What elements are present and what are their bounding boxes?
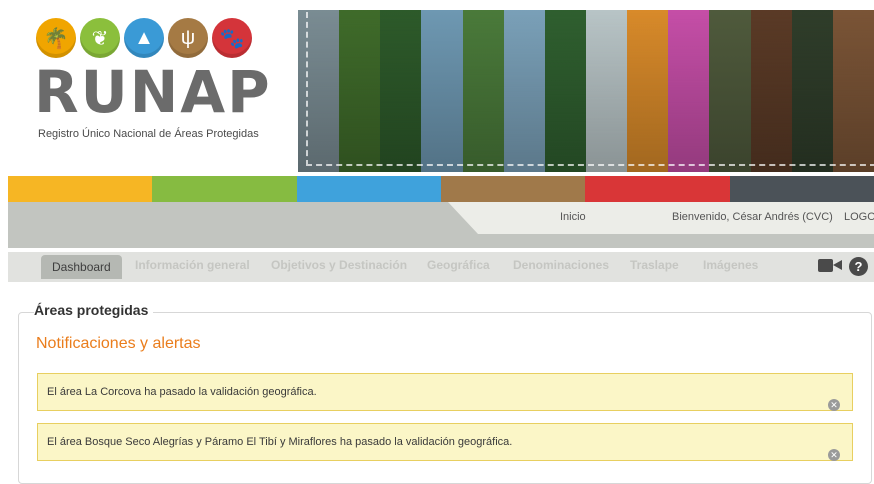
brand-logo-text[interactable]: RUNAP <box>34 62 272 122</box>
color-band-segment <box>296 176 441 202</box>
video-camera-icon[interactable] <box>818 259 842 272</box>
color-band-segment <box>729 176 874 202</box>
logout-link[interactable]: LOGOUT <box>844 211 874 223</box>
logo-icons: 🌴 ❦ ▲ ψ 🐾 <box>36 18 252 58</box>
color-band-segment <box>8 176 153 202</box>
leaf-icon: ❦ <box>80 18 120 58</box>
alert-text: El área Bosque Seco Alegrías y Páramo El… <box>47 436 513 448</box>
user-bar: Inicio Bienvenido, César Andrés (CVC) LO… <box>8 202 874 248</box>
mountain-icon: ▲ <box>124 18 164 58</box>
tab-overlap[interactable]: Traslape <box>630 258 679 272</box>
tab-general-info[interactable]: Información general <box>135 258 250 272</box>
animal-icon: 🐾 <box>212 18 252 58</box>
color-band-segment <box>152 176 297 202</box>
close-icon[interactable]: ✕ <box>828 399 840 411</box>
photo-dashed-frame <box>306 12 874 166</box>
section-title: Áreas protegidas <box>34 302 154 318</box>
alert-item: El área La Corcova ha pasado la validaci… <box>37 373 853 411</box>
home-link[interactable]: Inicio <box>560 211 586 223</box>
brand-tagline: Registro Único Nacional de Áreas Protegi… <box>38 128 259 140</box>
help-icon[interactable]: ? <box>849 257 868 276</box>
color-band-segment <box>585 176 730 202</box>
notifications-title: Notificaciones y alertas <box>36 335 201 352</box>
tab-bar: Dashboard Información general Objetivos … <box>8 252 874 282</box>
site-header: 🌴 ❦ ▲ ψ 🐾 RUNAP Registro Único Nacional de Á… <box>0 0 874 176</box>
tab-denominations[interactable]: Denominaciones <box>513 258 609 272</box>
close-icon[interactable]: ✕ <box>828 449 840 461</box>
grass-icon: ψ <box>168 18 208 58</box>
welcome-text: Bienvenido, César Andrés (CVC) <box>672 211 833 223</box>
palm-tree-icon: 🌴 <box>36 18 76 58</box>
tab-geographic[interactable]: Geográfica <box>427 258 490 272</box>
color-band-segment <box>440 176 586 202</box>
tab-images[interactable]: Imágenes <box>703 258 758 272</box>
tab-dashboard[interactable]: Dashboard <box>41 255 122 279</box>
tab-objectives[interactable]: Objetivos y Destinación <box>271 258 407 272</box>
alert-item: El área Bosque Seco Alegrías y Páramo El… <box>37 423 853 461</box>
color-band <box>8 176 874 202</box>
alert-text: El área La Corcova ha pasado la validaci… <box>47 386 317 398</box>
user-bar-panel: Inicio Bienvenido, César Andrés (CVC) LO… <box>448 202 874 234</box>
